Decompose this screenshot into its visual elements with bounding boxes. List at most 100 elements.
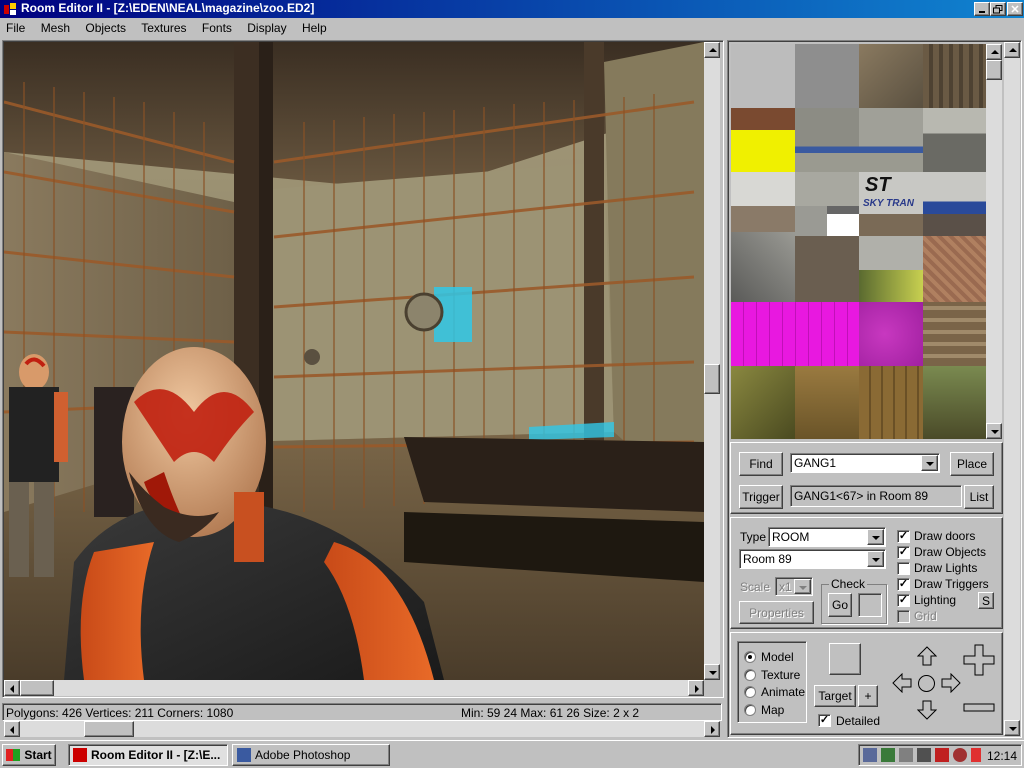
target-plus-button[interactable]: + bbox=[858, 685, 878, 707]
tray-volume-icon[interactable] bbox=[899, 748, 913, 762]
menu-mesh[interactable]: Mesh bbox=[41, 21, 70, 35]
chevron-down-icon[interactable] bbox=[794, 579, 811, 594]
texture-tile[interactable] bbox=[795, 206, 827, 236]
nav-arrow-left-icon[interactable] bbox=[892, 672, 912, 694]
nav-arrow-right-icon[interactable] bbox=[941, 672, 961, 694]
scroll-left-button[interactable] bbox=[4, 680, 20, 696]
tray-monitor-icon[interactable] bbox=[881, 748, 895, 762]
scroll-thumb[interactable] bbox=[704, 364, 720, 394]
nav-center-icon[interactable] bbox=[917, 674, 936, 693]
texture-tile[interactable] bbox=[859, 44, 923, 108]
panel-scroll-down[interactable] bbox=[1004, 720, 1020, 736]
panel-vscroll[interactable] bbox=[1004, 42, 1020, 736]
tray-search-icon[interactable] bbox=[953, 748, 967, 762]
texture-tile[interactable] bbox=[731, 366, 795, 439]
texture-tile[interactable] bbox=[731, 44, 795, 108]
mode-radio-model[interactable] bbox=[744, 651, 756, 663]
menu-display[interactable]: Display bbox=[247, 21, 286, 35]
texture-tile[interactable] bbox=[795, 236, 859, 302]
texture-tile[interactable] bbox=[795, 172, 859, 206]
texture-tile[interactable] bbox=[923, 366, 986, 439]
taskbar-item-room-editor[interactable]: Room Editor II - [Z:\E... bbox=[68, 744, 228, 766]
texture-tile[interactable] bbox=[923, 44, 986, 108]
texture-tile[interactable] bbox=[795, 108, 859, 172]
mode-radio-texture[interactable] bbox=[744, 669, 756, 681]
status-scroll-thumb[interactable] bbox=[84, 721, 134, 737]
texture-tile[interactable] bbox=[923, 172, 986, 214]
tray-printer-icon[interactable] bbox=[935, 748, 949, 762]
tray-disk-icon[interactable] bbox=[917, 748, 931, 762]
chevron-down-icon[interactable] bbox=[867, 551, 884, 567]
panel-scroll-up[interactable] bbox=[1004, 42, 1020, 58]
taskbar-item-photoshop[interactable]: Adobe Photoshop bbox=[232, 744, 390, 766]
texture-tile[interactable] bbox=[923, 236, 986, 302]
zoom-in-icon[interactable] bbox=[963, 644, 995, 676]
scroll-down-button[interactable] bbox=[704, 664, 720, 680]
place-button[interactable]: Place bbox=[950, 452, 994, 476]
status-scroll-left[interactable] bbox=[4, 721, 20, 737]
trigger-button[interactable]: Trigger bbox=[739, 485, 783, 509]
texture-tile[interactable] bbox=[731, 206, 795, 232]
texture-tile[interactable] bbox=[795, 44, 859, 108]
s-button[interactable]: S bbox=[978, 592, 994, 609]
chevron-down-icon[interactable] bbox=[921, 455, 938, 471]
mode-radio-map[interactable] bbox=[744, 704, 756, 716]
find-button[interactable]: Find bbox=[739, 452, 783, 476]
list-button[interactable]: List bbox=[964, 485, 994, 509]
texture-tile[interactable] bbox=[795, 366, 859, 439]
texture-tile[interactable] bbox=[923, 108, 986, 172]
texture-tile[interactable] bbox=[923, 214, 986, 236]
detailed-checkbox[interactable]: ✓ bbox=[818, 714, 831, 727]
texture-scroll-thumb[interactable] bbox=[986, 60, 1002, 80]
draw-doors-checkbox[interactable]: ✓ bbox=[897, 530, 910, 543]
target-button[interactable]: Target bbox=[814, 685, 856, 707]
scale-select[interactable]: x1 bbox=[775, 577, 813, 596]
zoom-out-icon[interactable] bbox=[963, 702, 995, 712]
nav-arrow-up-icon[interactable] bbox=[916, 646, 938, 666]
minimize-button[interactable] bbox=[974, 2, 990, 16]
tray-alert-icon[interactable] bbox=[971, 748, 981, 762]
menu-objects[interactable]: Objects bbox=[85, 21, 126, 35]
menu-textures[interactable]: Textures bbox=[141, 21, 186, 35]
texture-tile[interactable] bbox=[923, 302, 986, 366]
viewport-hscroll[interactable] bbox=[4, 680, 704, 696]
texture-tile[interactable] bbox=[859, 366, 923, 439]
texture-scroll-up[interactable] bbox=[986, 44, 1002, 60]
draw-objects-checkbox[interactable]: ✓ bbox=[897, 546, 910, 559]
texture-tile[interactable] bbox=[731, 302, 859, 366]
texture-tile[interactable] bbox=[731, 130, 795, 172]
grid-checkbox[interactable] bbox=[897, 610, 910, 623]
status-hscroll[interactable] bbox=[4, 721, 720, 737]
texture-sky-logo[interactable]: ST SKY TRAN bbox=[859, 172, 923, 214]
scroll-up-button[interactable] bbox=[704, 42, 720, 58]
texture-tile[interactable] bbox=[859, 108, 923, 172]
type-select[interactable]: ROOM bbox=[768, 527, 886, 547]
menu-fonts[interactable]: Fonts bbox=[202, 21, 232, 35]
texture-scroll-down[interactable] bbox=[986, 423, 1002, 439]
start-button[interactable]: Start bbox=[2, 744, 56, 766]
texture-tile[interactable] bbox=[859, 214, 923, 236]
scroll-right-button[interactable] bbox=[688, 680, 704, 696]
texture-tile[interactable] bbox=[827, 214, 859, 236]
menu-file[interactable]: File bbox=[6, 21, 25, 35]
texture-vscroll[interactable] bbox=[986, 44, 1002, 439]
preview-swatch[interactable] bbox=[829, 643, 861, 675]
tray-network-icon[interactable] bbox=[863, 748, 877, 762]
draw-lights-checkbox[interactable] bbox=[897, 562, 910, 575]
texture-tile[interactable] bbox=[731, 108, 795, 130]
find-select[interactable]: GANG1 bbox=[790, 453, 940, 473]
properties-button[interactable]: Properties bbox=[739, 601, 814, 624]
menu-help[interactable]: Help bbox=[302, 21, 327, 35]
texture-tile[interactable] bbox=[859, 236, 923, 270]
chevron-down-icon[interactable] bbox=[867, 529, 884, 545]
mode-radio-animate[interactable] bbox=[744, 686, 756, 698]
draw-triggers-checkbox[interactable]: ✓ bbox=[897, 578, 910, 591]
status-scroll-right[interactable] bbox=[704, 721, 720, 737]
nav-arrow-down-icon[interactable] bbox=[916, 700, 938, 720]
close-button[interactable]: ✕ bbox=[1007, 2, 1023, 16]
restore-button[interactable] bbox=[990, 2, 1006, 16]
texture-tile[interactable] bbox=[731, 232, 795, 302]
texture-tile[interactable] bbox=[731, 172, 795, 206]
go-button[interactable]: Go bbox=[828, 593, 852, 617]
texture-tile[interactable] bbox=[859, 302, 923, 366]
